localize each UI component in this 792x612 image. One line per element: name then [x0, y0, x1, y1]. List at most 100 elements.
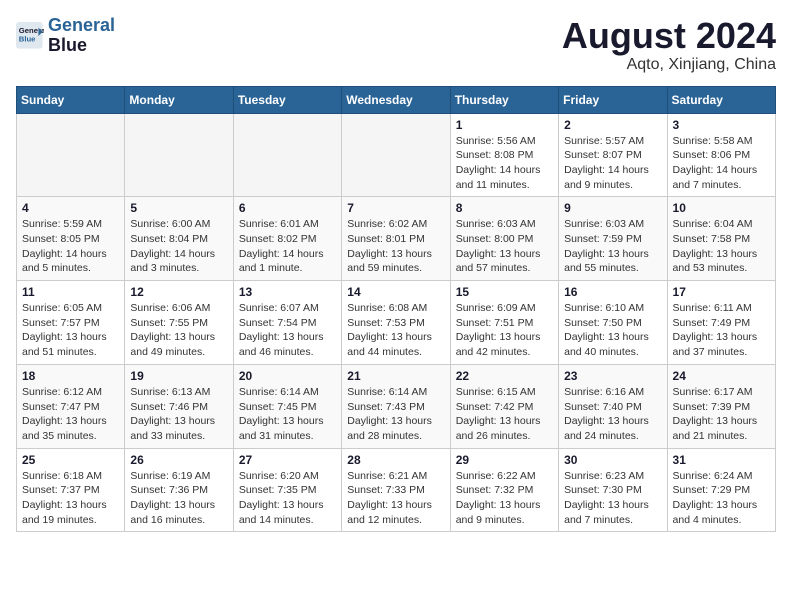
- day-number: 22: [456, 369, 553, 383]
- calendar-cell: 13Sunrise: 6:07 AMSunset: 7:54 PMDayligh…: [233, 281, 341, 365]
- day-info: Sunrise: 6:03 AMSunset: 8:00 PMDaylight:…: [456, 217, 553, 276]
- calendar-week-5: 25Sunrise: 6:18 AMSunset: 7:37 PMDayligh…: [17, 448, 776, 532]
- calendar-cell: 20 Sunrise: 6:14 AMSunset: 7:45 PMDayligh…: [233, 364, 341, 448]
- calendar-cell: 12 Sunrise: 6:06 AMSunset: 7:55 PMDayligh…: [125, 281, 233, 365]
- day-number: 12: [130, 285, 227, 299]
- calendar-week-4: 18 Sunrise: 6:12 AMSunset: 7:47 PMDayligh…: [17, 364, 776, 448]
- calendar-cell: 23 Sunrise: 6:16 AMSunset: 7:40 PMDayligh…: [559, 364, 667, 448]
- day-number: 13: [239, 285, 336, 299]
- calendar-cell: 9 Sunrise: 6:03 AMSunset: 7:59 PMDaylight…: [559, 197, 667, 281]
- day-info: Sunrise: 6:04 AMSunset: 7:58 PMDaylight:…: [673, 217, 770, 276]
- calendar-cell: 7 Sunrise: 6:02 AMSunset: 8:01 PMDaylight…: [342, 197, 450, 281]
- day-number: 3: [673, 118, 770, 132]
- day-number: 15: [456, 285, 553, 299]
- calendar-cell: 10 Sunrise: 6:04 AMSunset: 7:58 PMDayligh…: [667, 197, 775, 281]
- calendar-cell: [125, 113, 233, 197]
- month-year-title: August 2024: [562, 16, 776, 56]
- title-block: August 2024 Aqto, Xinjiang, China: [562, 16, 776, 74]
- calendar-cell: 5Sunrise: 6:00 AMSunset: 8:04 PMDaylight…: [125, 197, 233, 281]
- calendar-cell: 27Sunrise: 6:20 AMSunset: 7:35 PMDayligh…: [233, 448, 341, 532]
- day-info: Sunrise: 6:05 AMSunset: 7:57 PMDaylight:…: [22, 301, 119, 360]
- day-number: 6: [239, 201, 336, 215]
- day-number: 30: [564, 453, 661, 467]
- calendar-header-row: SundayMondayTuesdayWednesdayThursdayFrid…: [17, 86, 776, 113]
- calendar-cell: 8 Sunrise: 6:03 AMSunset: 8:00 PMDaylight…: [450, 197, 558, 281]
- day-info: Sunrise: 6:13 AMSunset: 7:46 PMDaylight:…: [130, 385, 227, 444]
- day-info: Sunrise: 6:24 AMSunset: 7:29 PMDaylight:…: [673, 469, 770, 528]
- calendar-cell: 21 Sunrise: 6:14 AMSunset: 7:43 PMDayligh…: [342, 364, 450, 448]
- calendar-cell: 24 Sunrise: 6:17 AMSunset: 7:39 PMDayligh…: [667, 364, 775, 448]
- day-number: 26: [130, 453, 227, 467]
- day-info: Sunrise: 6:17 AMSunset: 7:39 PMDaylight:…: [673, 385, 770, 444]
- calendar-week-2: 4Sunrise: 5:59 AMSunset: 8:05 PMDaylight…: [17, 197, 776, 281]
- day-info: Sunrise: 6:00 AMSunset: 8:04 PMDaylight:…: [130, 217, 227, 276]
- page-header: General Blue GeneralBlue August 2024 Aqt…: [16, 16, 776, 74]
- calendar-cell: 4Sunrise: 5:59 AMSunset: 8:05 PMDaylight…: [17, 197, 125, 281]
- calendar-cell: 1 Sunrise: 5:56 AMSunset: 8:08 PMDaylight…: [450, 113, 558, 197]
- calendar-cell: 17Sunrise: 6:11 AMSunset: 7:49 PMDayligh…: [667, 281, 775, 365]
- location-subtitle: Aqto, Xinjiang, China: [562, 56, 776, 74]
- day-number: 7: [347, 201, 444, 215]
- day-info: Sunrise: 6:21 AMSunset: 7:33 PMDaylight:…: [347, 469, 444, 528]
- calendar-cell: 29Sunrise: 6:22 AMSunset: 7:32 PMDayligh…: [450, 448, 558, 532]
- day-number: 18: [22, 369, 119, 383]
- day-info: Sunrise: 6:14 AMSunset: 7:43 PMDaylight:…: [347, 385, 444, 444]
- day-info: Sunrise: 6:14 AMSunset: 7:45 PMDaylight:…: [239, 385, 336, 444]
- day-header-monday: Monday: [125, 86, 233, 113]
- day-header-tuesday: Tuesday: [233, 86, 341, 113]
- day-info: Sunrise: 6:19 AMSunset: 7:36 PMDaylight:…: [130, 469, 227, 528]
- day-info: Sunrise: 6:09 AMSunset: 7:51 PMDaylight:…: [456, 301, 553, 360]
- day-number: 27: [239, 453, 336, 467]
- calendar-cell: 22 Sunrise: 6:15 AMSunset: 7:42 PMDayligh…: [450, 364, 558, 448]
- calendar-cell: 14 Sunrise: 6:08 AMSunset: 7:53 PMDayligh…: [342, 281, 450, 365]
- calendar-cell: 25Sunrise: 6:18 AMSunset: 7:37 PMDayligh…: [17, 448, 125, 532]
- day-number: 24: [673, 369, 770, 383]
- day-header-wednesday: Wednesday: [342, 86, 450, 113]
- calendar-cell: 3 Sunrise: 5:58 AMSunset: 8:06 PMDaylight…: [667, 113, 775, 197]
- day-info: Sunrise: 6:22 AMSunset: 7:32 PMDaylight:…: [456, 469, 553, 528]
- calendar-cell: 26 Sunrise: 6:19 AMSunset: 7:36 PMDayligh…: [125, 448, 233, 532]
- day-info: Sunrise: 6:23 AMSunset: 7:30 PMDaylight:…: [564, 469, 661, 528]
- calendar-cell: 16Sunrise: 6:10 AMSunset: 7:50 PMDayligh…: [559, 281, 667, 365]
- calendar-cell: [342, 113, 450, 197]
- day-number: 28: [347, 453, 444, 467]
- day-info: Sunrise: 5:58 AMSunset: 8:06 PMDaylight:…: [673, 134, 770, 193]
- day-info: Sunrise: 6:02 AMSunset: 8:01 PMDaylight:…: [347, 217, 444, 276]
- day-number: 11: [22, 285, 119, 299]
- day-info: Sunrise: 6:06 AMSunset: 7:55 PMDaylight:…: [130, 301, 227, 360]
- day-number: 14: [347, 285, 444, 299]
- day-info: Sunrise: 6:16 AMSunset: 7:40 PMDaylight:…: [564, 385, 661, 444]
- logo-icon: General Blue: [16, 22, 44, 50]
- logo-text: GeneralBlue: [48, 16, 115, 56]
- day-number: 9: [564, 201, 661, 215]
- day-info: Sunrise: 5:59 AMSunset: 8:05 PMDaylight:…: [22, 217, 119, 276]
- calendar-cell: 6Sunrise: 6:01 AMSunset: 8:02 PMDaylight…: [233, 197, 341, 281]
- calendar-cell: 30 Sunrise: 6:23 AMSunset: 7:30 PMDayligh…: [559, 448, 667, 532]
- day-info: Sunrise: 6:08 AMSunset: 7:53 PMDaylight:…: [347, 301, 444, 360]
- day-number: 21: [347, 369, 444, 383]
- day-number: 31: [673, 453, 770, 467]
- day-number: 8: [456, 201, 553, 215]
- logo: General Blue GeneralBlue: [16, 16, 115, 56]
- day-header-saturday: Saturday: [667, 86, 775, 113]
- day-info: Sunrise: 5:56 AMSunset: 8:08 PMDaylight:…: [456, 134, 553, 193]
- day-info: Sunrise: 6:15 AMSunset: 7:42 PMDaylight:…: [456, 385, 553, 444]
- day-info: Sunrise: 6:12 AMSunset: 7:47 PMDaylight:…: [22, 385, 119, 444]
- calendar-cell: 2Sunrise: 5:57 AMSunset: 8:07 PMDaylight…: [559, 113, 667, 197]
- calendar-cell: 18 Sunrise: 6:12 AMSunset: 7:47 PMDayligh…: [17, 364, 125, 448]
- day-number: 20: [239, 369, 336, 383]
- calendar-cell: [17, 113, 125, 197]
- day-number: 10: [673, 201, 770, 215]
- day-number: 16: [564, 285, 661, 299]
- day-number: 23: [564, 369, 661, 383]
- calendar-week-3: 11 Sunrise: 6:05 AMSunset: 7:57 PMDayligh…: [17, 281, 776, 365]
- day-number: 19: [130, 369, 227, 383]
- calendar-table: SundayMondayTuesdayWednesdayThursdayFrid…: [16, 86, 776, 533]
- day-number: 1: [456, 118, 553, 132]
- calendar-cell: [233, 113, 341, 197]
- day-header-sunday: Sunday: [17, 86, 125, 113]
- day-info: Sunrise: 6:03 AMSunset: 7:59 PMDaylight:…: [564, 217, 661, 276]
- calendar-cell: 31 Sunrise: 6:24 AMSunset: 7:29 PMDayligh…: [667, 448, 775, 532]
- svg-text:Blue: Blue: [19, 34, 36, 43]
- calendar-cell: 19 Sunrise: 6:13 AMSunset: 7:46 PMDayligh…: [125, 364, 233, 448]
